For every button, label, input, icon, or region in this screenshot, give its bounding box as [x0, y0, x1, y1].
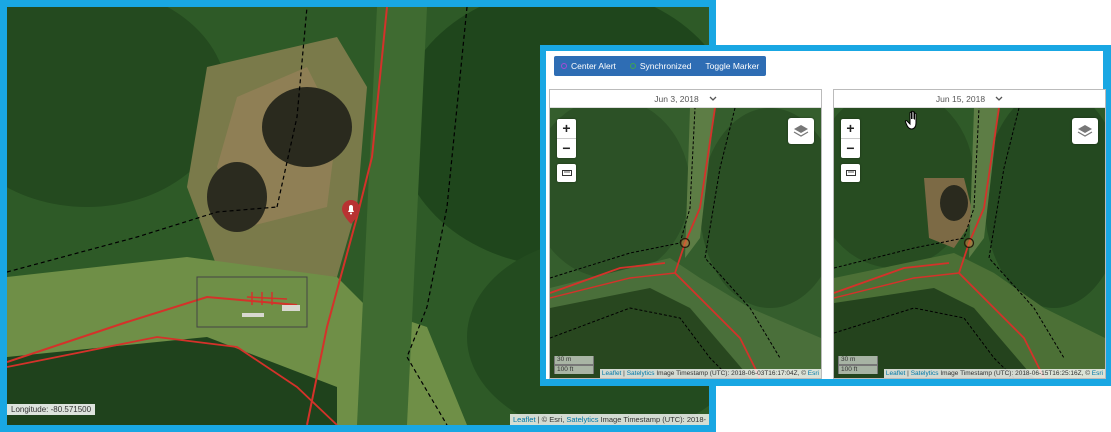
chevron-down-icon — [709, 96, 717, 101]
satellite-imagery — [834, 108, 1105, 378]
satellite-map-june-3[interactable]: + − 30 m 100 ft Leaflet | Satelytics Ima… — [550, 108, 821, 378]
ruler-icon — [845, 170, 856, 176]
zoom-control: + − — [841, 119, 860, 158]
layers-icon — [1077, 125, 1093, 137]
esri-link[interactable]: Esri — [808, 370, 819, 377]
layers-button[interactable] — [788, 118, 814, 144]
map-attribution: Leaflet | Satelytics Image Timestamp (UT… — [599, 369, 821, 378]
attribution-separator: | © Esri, — [535, 415, 567, 424]
hand-cursor-icon — [904, 110, 917, 130]
leaflet-link[interactable]: Leaflet — [602, 370, 622, 377]
toggle-marker-button[interactable]: Toggle Marker — [698, 56, 766, 76]
zoom-out-button[interactable]: − — [557, 139, 576, 158]
toggle-marker-label: Toggle Marker — [705, 61, 760, 71]
scale-bar: 30 m 100 ft — [554, 356, 594, 374]
synchronized-label: Synchronized — [639, 61, 692, 71]
date-label: Jun 15, 2018 — [935, 93, 986, 104]
scale-bar: 30 m 100 ft — [838, 356, 878, 374]
comparison-panel: Center Alert Synchronized Toggle Marker … — [546, 51, 1106, 379]
satellite-map-june-15[interactable]: + − 30 m 100 ft Leaflet | Satelytics Ima… — [834, 108, 1105, 378]
date-selector[interactable]: Jun 15, 2018 — [834, 90, 1105, 108]
comparison-panel-frame: Center Alert Synchronized Toggle Marker … — [540, 45, 1111, 386]
zoom-in-button[interactable]: + — [841, 119, 860, 139]
map-attribution: Leaflet | © Esri, Satelytics Image Times… — [510, 414, 709, 425]
map-attribution: Leaflet | Satelytics Image Timestamp (UT… — [883, 369, 1105, 378]
center-alert-label: Center Alert — [571, 61, 616, 71]
center-alert-button[interactable]: Center Alert — [554, 56, 623, 76]
attribution-timestamp: Image Timestamp (UTC): 2018-06-15T16:25:… — [938, 370, 1092, 377]
scale-metric: 30 m — [554, 356, 594, 365]
attribution-timestamp: Image Timestamp (UTC): 2018-06-03T16:17:… — [654, 370, 808, 377]
satellite-imagery — [550, 108, 821, 378]
satelytics-link[interactable]: Satelytics — [911, 370, 939, 377]
measure-button[interactable] — [557, 164, 576, 182]
map-panel-june-3: Jun 3, 2018 + − 30 m 100 ft Leaflet | Sa… — [549, 89, 822, 379]
chevron-down-icon — [995, 96, 1003, 101]
zoom-out-button[interactable]: − — [841, 139, 860, 158]
date-label: Jun 3, 2018 — [654, 93, 699, 104]
scale-imperial: 100 ft — [554, 365, 594, 374]
map-panel-june-15: Jun 15, 2018 + − 30 m 100 ft Leaflet | S… — [833, 89, 1106, 379]
date-selector[interactable]: Jun 3, 2018 — [550, 90, 821, 108]
zoom-in-button[interactable]: + — [557, 119, 576, 139]
satelytics-link[interactable]: Satelytics — [566, 415, 598, 424]
layers-button[interactable] — [1072, 118, 1098, 144]
scale-metric: 30 m — [838, 356, 878, 365]
synchronized-icon — [629, 63, 636, 69]
measure-button[interactable] — [841, 164, 860, 182]
satelytics-link[interactable]: Satelytics — [627, 370, 655, 377]
scale-imperial: 100 ft — [838, 365, 878, 374]
zoom-control: + − — [557, 119, 576, 158]
ruler-icon — [561, 170, 572, 176]
leaflet-link[interactable]: Leaflet — [513, 415, 536, 424]
attribution-timestamp: Image Timestamp (UTC): 2018- — [598, 415, 706, 424]
alert-marker-icon[interactable] — [342, 200, 360, 224]
layers-icon — [793, 125, 809, 137]
synchronized-button[interactable]: Synchronized — [623, 56, 699, 76]
center-alert-icon — [561, 63, 567, 69]
leaflet-link[interactable]: Leaflet — [886, 370, 906, 377]
coordinate-readout: Longitude: -80.571500 — [7, 404, 96, 415]
map-toolbar: Center Alert Synchronized Toggle Marker — [554, 56, 767, 76]
esri-link[interactable]: Esri — [1092, 370, 1103, 377]
